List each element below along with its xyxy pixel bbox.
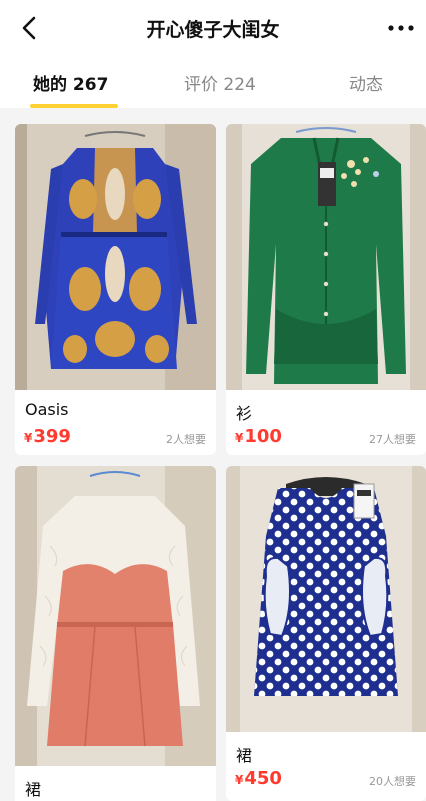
active-tab-indicator [30,104,118,108]
more-dots-icon [388,25,414,31]
tab-reviews[interactable]: 评价 224 [184,70,256,95]
product-card[interactable]: 裙 ¥450 20人想要 [226,466,426,801]
product-price: ¥100 [235,426,282,447]
want-count: 2人想要 [166,433,206,446]
product-name: 裙 [236,746,253,765]
currency-symbol: ¥ [235,773,244,787]
price-value: 100 [244,426,282,447]
product-name: Oasis [25,400,69,419]
product-photo [226,124,426,390]
product-card[interactable]: 衫 ¥100 27人想要 [226,124,426,455]
product-card[interactable]: 裙 [15,466,216,801]
top-nav-bar: 开心傻子大闺女 [0,0,426,56]
product-name: 裙 [25,780,42,799]
product-card[interactable]: Oasis ¥399 2人想要 [15,124,216,455]
currency-symbol: ¥ [235,431,244,445]
currency-symbol: ¥ [24,431,33,445]
price-value: 399 [33,426,71,447]
want-count: 27人想要 [369,433,416,446]
product-price: ¥450 [235,768,282,789]
product-photo [15,466,216,766]
more-button[interactable] [384,12,418,44]
product-name: 衫 [236,404,253,423]
price-value: 450 [244,768,282,789]
want-count: 20人想要 [369,775,416,788]
product-price: ¥399 [24,426,71,447]
product-photo [15,124,216,390]
product-photo [226,466,426,732]
tab-activity[interactable]: 动态 [349,70,383,95]
profile-tabs: 她的 267 评价 224 动态 [0,56,426,108]
tab-items[interactable]: 她的 267 [33,70,108,95]
page-title: 开心傻子大闺女 [146,19,280,41]
